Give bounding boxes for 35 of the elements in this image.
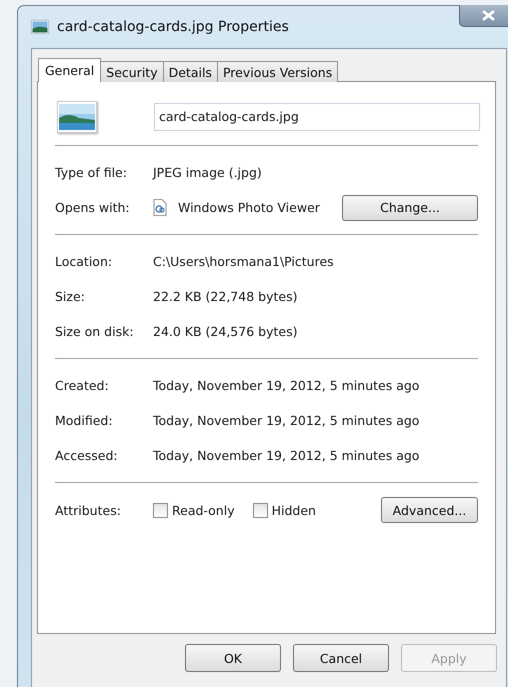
close-button[interactable] [459, 5, 508, 27]
tab[interactable]: Security [100, 61, 164, 82]
tab[interactable]: Details [162, 61, 218, 82]
dialog-button[interactable]: OK [185, 644, 281, 672]
field-label: Accessed: [55, 448, 119, 463]
field-value: C:\Users\horsmana1\Pictures [153, 254, 334, 269]
window-title: card-catalog-cards.jpg Properties [57, 19, 289, 35]
field-value: Today, November 19, 2012, 5 minutes ago [153, 413, 420, 428]
field-value: Windows Photo Viewer [178, 200, 320, 215]
field-label: Attributes: [55, 502, 122, 518]
checkbox[interactable] [153, 502, 168, 518]
field-label: Size: [55, 289, 86, 304]
tab[interactable]: General [38, 58, 102, 82]
photo-viewer-icon [153, 199, 167, 216]
field-label: Created: [55, 378, 110, 393]
dialog-button[interactable]: Cancel [293, 644, 389, 672]
checkbox-label[interactable]: Hidden [272, 502, 316, 518]
change-button[interactable]: Change... [342, 194, 478, 220]
checkbox-label[interactable]: Read-only [172, 502, 235, 518]
image-file-icon [31, 20, 49, 34]
field-label: Type of file: [55, 165, 128, 180]
field-value: Today, November 19, 2012, 5 minutes ago [153, 378, 420, 393]
close-icon [482, 10, 494, 21]
checkbox[interactable] [252, 502, 268, 518]
field-value: 24.0 KB (24,576 bytes) [153, 324, 298, 339]
tab[interactable]: Previous Versions [216, 61, 338, 82]
file-name-field[interactable]: card-catalog-cards.jpg [154, 103, 480, 131]
field-value: 22.2 KB (22,748 bytes) [153, 289, 298, 304]
field-label: Opens with: [55, 200, 131, 215]
field-label: Location: [55, 254, 114, 269]
field-value: JPEG image (.jpg) [153, 165, 262, 180]
advanced-button[interactable]: Advanced... [381, 497, 478, 523]
field-value: Today, November 19, 2012, 5 minutes ago [153, 448, 420, 463]
field-label: Modified: [55, 413, 114, 428]
field-label: Size on disk: [55, 324, 135, 339]
